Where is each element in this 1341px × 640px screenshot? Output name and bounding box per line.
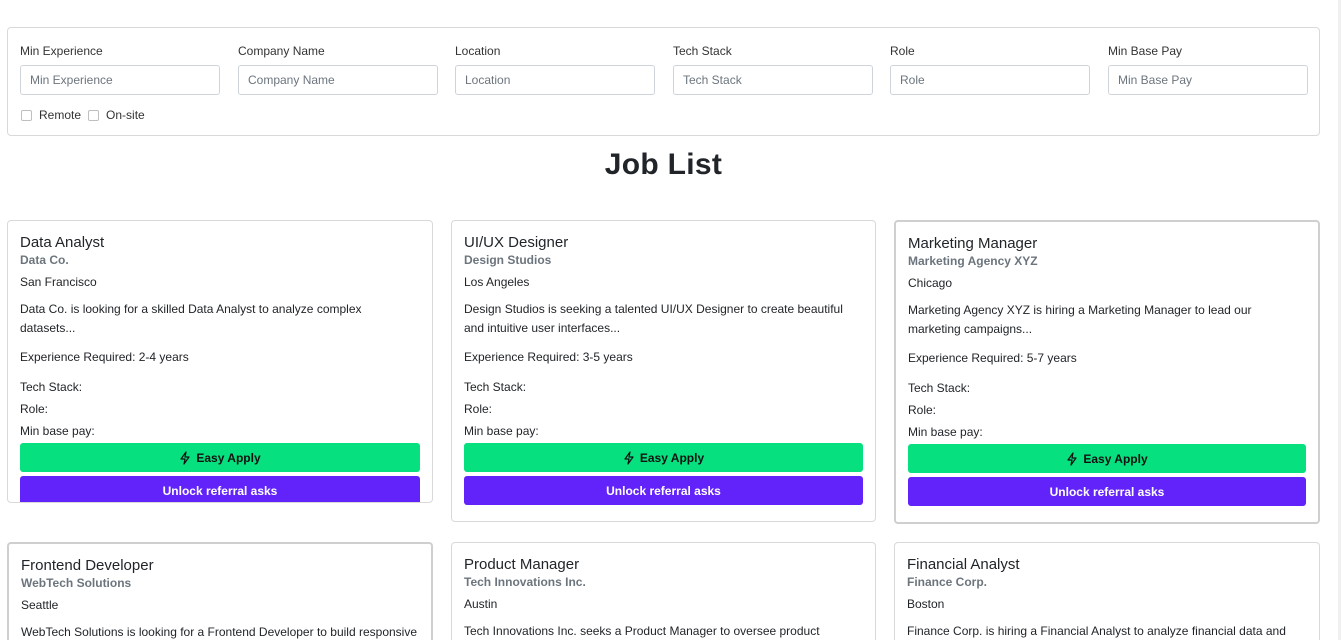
min-base-pay-label: Min Base Pay [1108, 44, 1183, 58]
job-location: Los Angeles [464, 275, 530, 289]
location-input[interactable] [455, 65, 655, 95]
job-min-base-pay: Min base pay: [20, 424, 95, 438]
job-location: San Francisco [20, 275, 97, 289]
job-min-base-pay: Min base pay: [908, 425, 983, 439]
min-experience-label: Min Experience [20, 44, 103, 58]
lightning-bolt-icon [1067, 451, 1077, 466]
job-card: Financial Analyst Finance Corp. Boston F… [894, 542, 1320, 640]
job-tech-stack: Tech Stack: [464, 380, 527, 394]
job-card: Frontend Developer WebTech Solutions Sea… [7, 542, 433, 640]
remote-label: Remote [39, 108, 82, 122]
job-description: WebTech Solutions is looking for a Front… [21, 625, 417, 639]
job-description: Data Co. is looking for a skilled Data A… [20, 302, 362, 335]
job-experience: Experience Required: 3-5 years [464, 350, 633, 364]
filters-panel: Min Experience Company Name Location Tec… [7, 27, 1320, 136]
job-company: Marketing Agency XYZ [908, 254, 1038, 268]
job-description: Finance Corp. is hiring a Financial Anal… [907, 624, 1286, 638]
job-title: Product Manager [464, 556, 580, 573]
easy-apply-button[interactable]: Easy Apply [908, 444, 1306, 473]
job-card: Product Manager Tech Innovations Inc. Au… [451, 542, 876, 640]
job-description: Design Studios is seeking a talented UI/… [464, 302, 843, 335]
onsite-option[interactable]: On-site [88, 108, 145, 122]
tech-stack-label: Tech Stack [673, 44, 732, 58]
job-card: Marketing Manager Marketing Agency XYZ C… [894, 220, 1320, 524]
job-card: UI/UX Designer Design Studios Los Angele… [451, 220, 876, 522]
job-role: Role: [908, 403, 937, 417]
tech-stack-filter: Tech Stack [673, 43, 873, 95]
onsite-checkbox[interactable] [88, 109, 100, 121]
company-name-label: Company Name [238, 44, 325, 58]
job-company: Finance Corp. [907, 575, 988, 589]
remote-checkbox[interactable] [21, 109, 32, 121]
min-experience-input[interactable] [20, 65, 220, 95]
role-label: Role [890, 44, 915, 58]
lightning-bolt-icon [180, 450, 190, 465]
job-title: Financial Analyst [907, 556, 1020, 573]
page-title: Job List [604, 148, 723, 181]
job-tech-stack: Tech Stack: [20, 380, 83, 394]
tech-stack-input[interactable] [673, 65, 873, 95]
easy-apply-label: Easy Apply [1083, 451, 1148, 466]
job-location: Austin [464, 597, 498, 611]
min-experience-filter: Min Experience [20, 43, 220, 95]
easy-apply-button[interactable]: Easy Apply [20, 443, 420, 472]
job-role: Role: [20, 402, 49, 416]
location-label: Location [455, 44, 501, 58]
min-base-pay-filter: Min Base Pay [1108, 43, 1308, 95]
job-company: Tech Innovations Inc. [464, 575, 586, 589]
unlock-referral-button[interactable]: Unlock referral asks [908, 477, 1306, 506]
job-experience: Experience Required: 5-7 years [908, 351, 1077, 365]
job-company: Data Co. [20, 253, 69, 267]
job-description: Marketing Agency XYZ is hiring a Marketi… [908, 303, 1252, 336]
role-input[interactable] [890, 65, 1090, 95]
easy-apply-button[interactable]: Easy Apply [464, 443, 863, 472]
role-filter: Role [890, 43, 1090, 95]
job-title: UI/UX Designer [464, 234, 569, 251]
easy-apply-label: Easy Apply [196, 450, 261, 465]
job-card: Data Analyst Data Co. San Francisco Data… [7, 220, 433, 503]
job-location: Seattle [21, 598, 59, 612]
job-title: Frontend Developer [21, 557, 154, 574]
job-role: Role: [464, 402, 493, 416]
job-experience: Experience Required: 2-4 years [20, 350, 189, 364]
job-company: WebTech Solutions [21, 576, 132, 590]
job-tech-stack: Tech Stack: [908, 381, 971, 395]
min-base-pay-input[interactable] [1108, 65, 1308, 95]
job-title: Marketing Manager [908, 235, 1038, 252]
location-filter: Location [455, 43, 655, 95]
job-description: Tech Innovations Inc. seeks a Product Ma… [464, 624, 820, 638]
job-company: Design Studios [464, 253, 552, 267]
job-title: Data Analyst [20, 234, 105, 251]
company-name-input[interactable] [238, 65, 438, 95]
remote-option[interactable]: Remote [21, 108, 81, 122]
onsite-label: On-site [106, 108, 145, 122]
unlock-referral-button[interactable]: Unlock referral asks [464, 476, 863, 505]
unlock-referral-button[interactable]: Unlock referral asks [20, 476, 420, 502]
easy-apply-label: Easy Apply [639, 450, 705, 465]
lightning-bolt-icon [624, 450, 634, 465]
job-location: Chicago [908, 276, 953, 290]
job-location: Boston [907, 597, 945, 611]
work-mode-checkboxes: Remote On-site [21, 108, 152, 122]
job-min-base-pay: Min base pay: [464, 424, 539, 438]
company-name-filter: Company Name [238, 43, 438, 95]
